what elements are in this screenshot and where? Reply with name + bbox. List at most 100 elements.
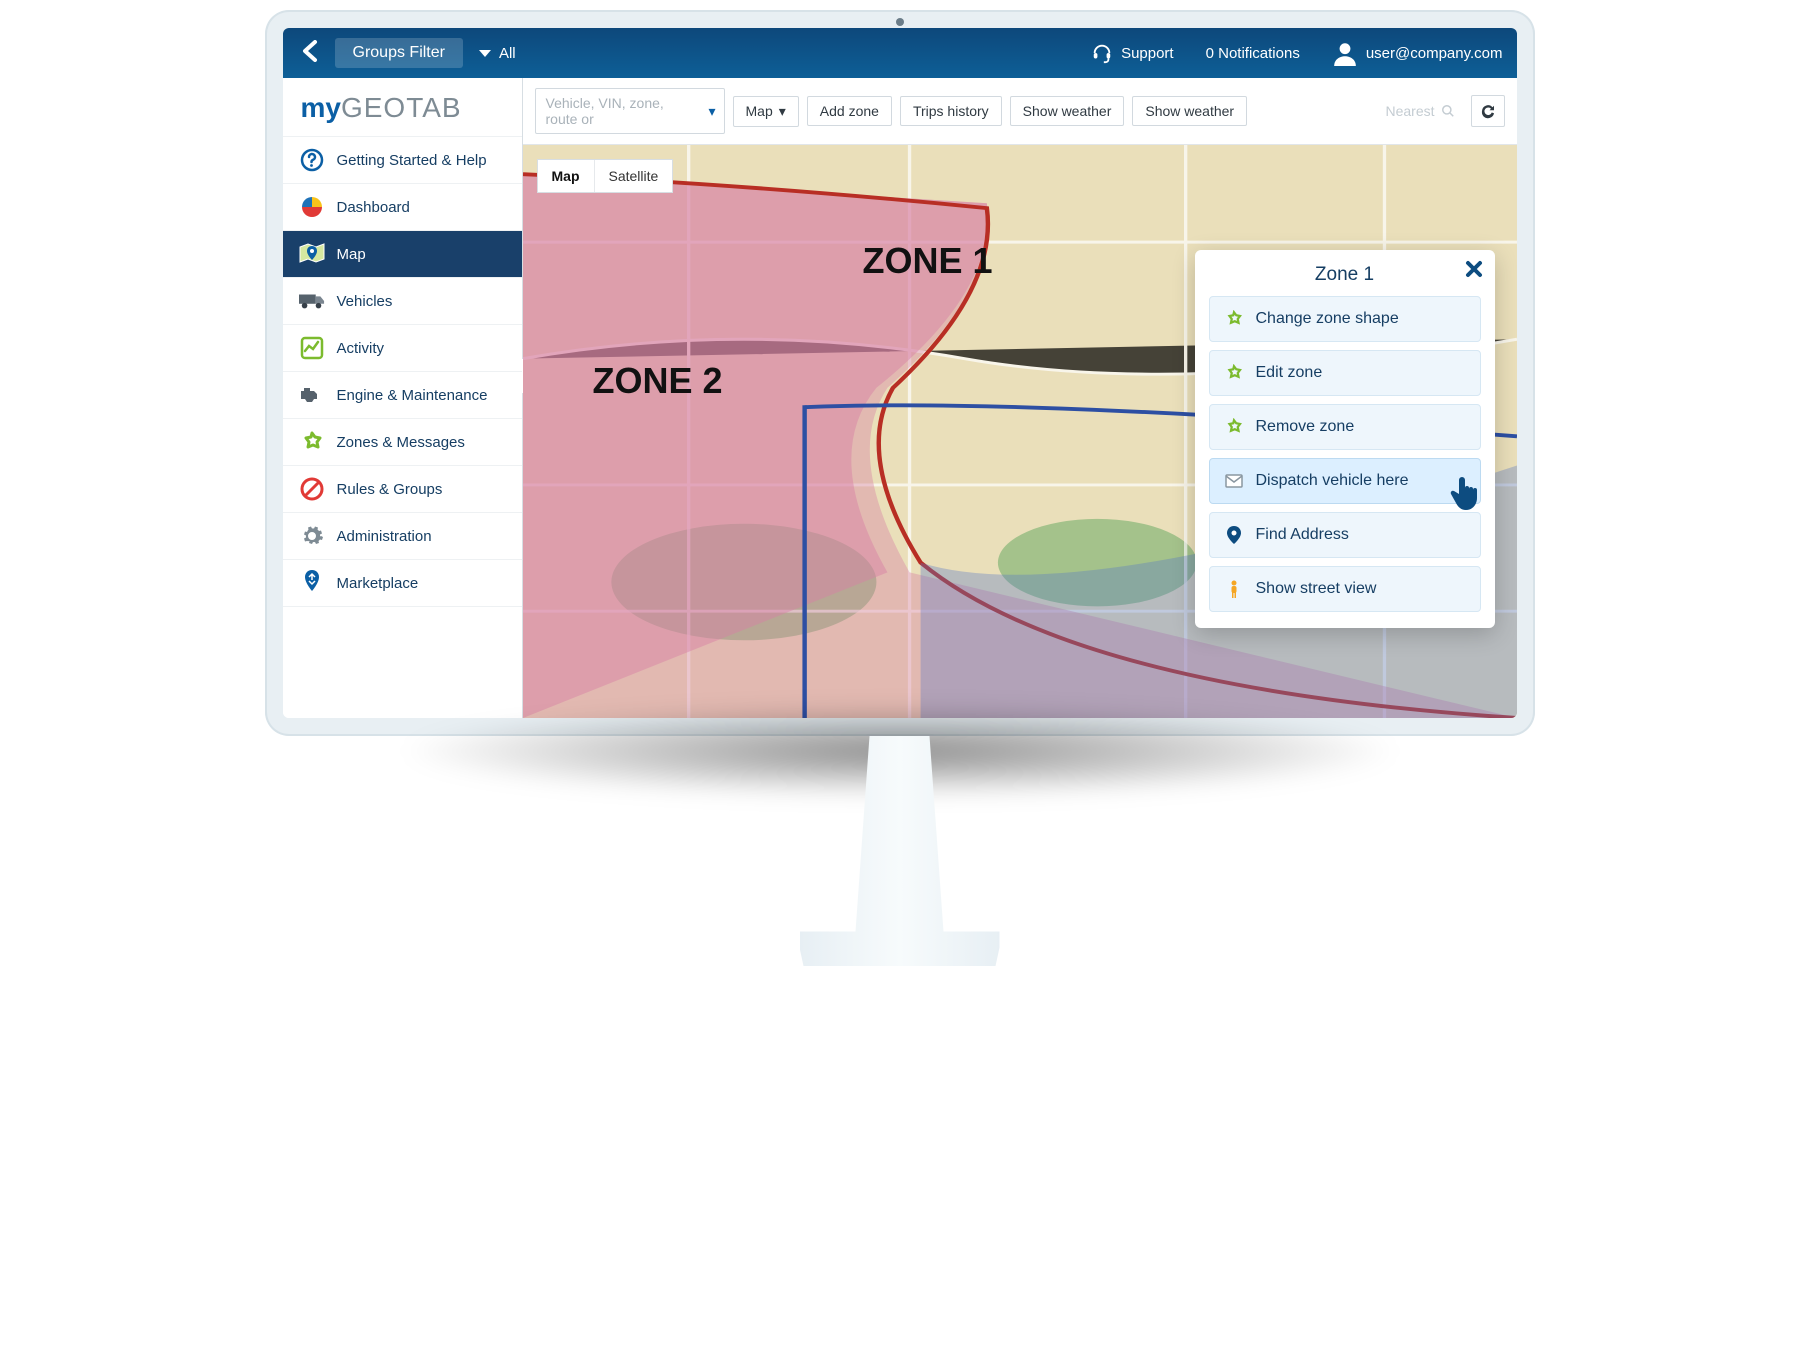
dropdown-icon xyxy=(479,50,491,57)
truck-icon xyxy=(299,288,325,314)
shape-icon xyxy=(1224,309,1244,329)
support-label: Support xyxy=(1121,45,1174,62)
sidebar-item-dashboard[interactable]: Dashboard xyxy=(283,184,522,231)
popup-item-label: Find Address xyxy=(1256,526,1349,544)
zone-context-popup: Zone 1 Change zone shape Edit zone xyxy=(1195,250,1495,628)
groups-filter-chip[interactable]: Groups Filter xyxy=(335,38,463,68)
close-icon xyxy=(1465,260,1483,278)
popup-item-change-shape[interactable]: Change zone shape xyxy=(1209,296,1481,342)
notifications-link[interactable]: 0 Notifications xyxy=(1206,45,1300,62)
nav-label: Zones & Messages xyxy=(337,434,465,451)
search-icon xyxy=(1441,104,1455,118)
sidebar: myGEOTAB Getting Started & Help Dashboar… xyxy=(283,78,523,718)
nearest-label: Nearest xyxy=(1385,103,1434,119)
zone1-map-label: ZONE 1 xyxy=(863,240,993,282)
headset-icon xyxy=(1091,42,1113,64)
sidebar-item-map[interactable]: Map xyxy=(283,231,522,278)
sidebar-item-vehicles[interactable]: Vehicles xyxy=(283,278,522,325)
cursor-hand-icon xyxy=(1445,471,1489,520)
show-weather-button-1[interactable]: Show weather xyxy=(1010,96,1125,126)
sidebar-item-activity[interactable]: Activity xyxy=(283,325,522,372)
map-type-dropdown[interactable]: Map ▾ xyxy=(733,96,799,127)
support-link[interactable]: Support xyxy=(1091,42,1174,64)
user-icon xyxy=(1332,40,1358,66)
popup-title: Zone 1 xyxy=(1209,264,1481,286)
tab-satellite[interactable]: Satellite xyxy=(595,160,673,192)
engine-icon xyxy=(299,382,325,408)
popup-item-label: Dispatch vehicle here xyxy=(1256,472,1409,490)
main: Vehicle, VIN, zone, route or ▾ Map ▾ Add… xyxy=(523,78,1517,718)
nav-label: Engine & Maintenance xyxy=(337,387,488,404)
tab-map[interactable]: Map xyxy=(538,160,595,192)
person-icon xyxy=(1224,579,1244,599)
logo: myGEOTAB xyxy=(283,78,522,137)
gear-icon xyxy=(299,523,325,549)
show-weather-label: Show weather xyxy=(1145,103,1234,119)
all-dropdown[interactable]: All xyxy=(479,45,516,62)
sidebar-item-marketplace[interactable]: Marketplace xyxy=(283,560,522,607)
map-type-tabs: Map Satellite xyxy=(537,159,674,193)
popup-item-dispatch[interactable]: Dispatch vehicle here xyxy=(1209,458,1481,504)
show-weather-label: Show weather xyxy=(1023,103,1112,119)
all-label: All xyxy=(499,45,516,62)
refresh-icon xyxy=(1479,102,1497,120)
show-weather-button-2[interactable]: Show weather xyxy=(1132,96,1247,126)
back-button[interactable] xyxy=(297,37,325,69)
sidebar-item-admin[interactable]: Administration xyxy=(283,513,522,560)
help-icon xyxy=(299,147,325,173)
popup-item-label: Remove zone xyxy=(1256,418,1355,436)
rules-icon xyxy=(299,476,325,502)
user-menu[interactable]: user@company.com xyxy=(1332,40,1503,66)
zones-icon xyxy=(299,429,325,455)
logo-my: my xyxy=(301,92,341,123)
popup-close-button[interactable] xyxy=(1465,258,1483,284)
nav-label: Dashboard xyxy=(337,199,410,216)
trips-history-button[interactable]: Trips history xyxy=(900,96,1002,126)
dropdown-icon: ▾ xyxy=(708,103,715,120)
pie-icon xyxy=(299,194,325,220)
sidebar-item-help[interactable]: Getting Started & Help xyxy=(283,137,522,184)
nav-label: Rules & Groups xyxy=(337,481,443,498)
shape-icon xyxy=(1224,363,1244,383)
notifications-label: 0 Notifications xyxy=(1206,45,1300,62)
nav-label: Map xyxy=(337,246,366,263)
search-input[interactable]: Vehicle, VIN, zone, route or ▾ xyxy=(535,88,725,134)
user-email: user@company.com xyxy=(1366,45,1503,62)
refresh-button[interactable] xyxy=(1471,95,1505,127)
popup-item-street-view[interactable]: Show street view xyxy=(1209,566,1481,612)
trips-history-label: Trips history xyxy=(913,103,989,119)
logo-brand: GEOTAB xyxy=(341,92,462,123)
zone2-map-label: ZONE 2 xyxy=(593,360,723,402)
nearest-button[interactable]: Nearest xyxy=(1377,97,1462,125)
dropdown-icon: ▾ xyxy=(779,103,786,120)
activity-icon xyxy=(299,335,325,361)
sidebar-item-rules[interactable]: Rules & Groups xyxy=(283,466,522,513)
popup-item-find-address[interactable]: Find Address xyxy=(1209,512,1481,558)
popup-item-remove-zone[interactable]: Remove zone xyxy=(1209,404,1481,450)
marketplace-icon xyxy=(299,570,325,596)
nav-label: Getting Started & Help xyxy=(337,152,487,169)
map-toolbar: Vehicle, VIN, zone, route or ▾ Map ▾ Add… xyxy=(523,78,1517,145)
nav-label: Vehicles xyxy=(337,293,393,310)
search-placeholder: Vehicle, VIN, zone, route or xyxy=(546,95,696,127)
popup-item-label: Edit zone xyxy=(1256,364,1323,382)
envelope-icon xyxy=(1224,471,1244,491)
add-zone-button[interactable]: Add zone xyxy=(807,96,892,126)
monitor-camera xyxy=(896,18,904,26)
nav-label: Administration xyxy=(337,528,432,545)
topbar: Groups Filter All Support 0 Notification… xyxy=(283,28,1517,78)
map-icon xyxy=(299,241,325,267)
nav-label: Marketplace xyxy=(337,575,419,592)
pin-icon xyxy=(1224,525,1244,545)
map-canvas[interactable]: Map Satellite ZONE 1 ZONE 2 Zone 1 xyxy=(523,145,1517,718)
groups-filter-label: Groups Filter xyxy=(353,44,445,62)
popup-item-label: Show street view xyxy=(1256,580,1377,598)
nav-label: Activity xyxy=(337,340,385,357)
add-zone-label: Add zone xyxy=(820,103,879,119)
popup-item-edit-zone[interactable]: Edit zone xyxy=(1209,350,1481,396)
sidebar-item-engine[interactable]: Engine & Maintenance xyxy=(283,372,522,419)
chevron-left-icon xyxy=(301,40,321,62)
map-btn-label: Map xyxy=(746,103,773,119)
shape-icon xyxy=(1224,417,1244,437)
sidebar-item-zones[interactable]: Zones & Messages xyxy=(283,419,522,466)
